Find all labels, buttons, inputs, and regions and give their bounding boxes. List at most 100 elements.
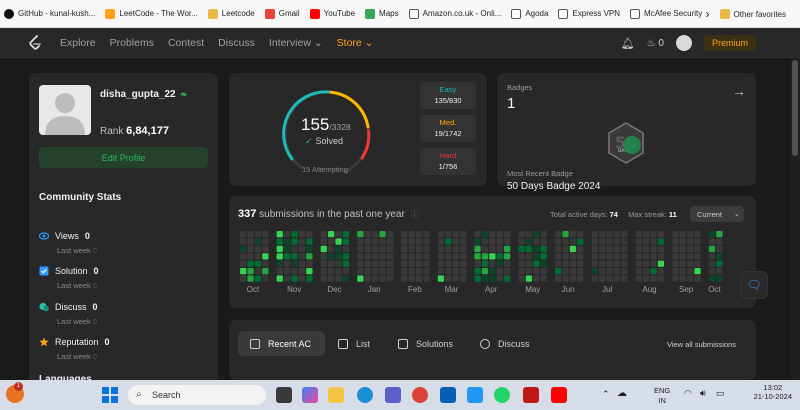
heatmap-cell[interactable] [247,238,254,245]
heatmap-cell[interactable] [445,268,452,275]
heatmap-cell[interactable] [708,253,716,260]
heatmap-cell[interactable] [284,268,291,275]
heatmap-cell[interactable] [635,238,642,245]
heatmap-cell[interactable] [613,260,621,267]
heatmap-cell[interactable] [606,260,613,267]
heatmap-cell[interactable] [555,231,562,238]
leetcode-logo-icon[interactable] [28,34,42,51]
heatmap-cell[interactable] [306,268,313,275]
heatmap-cell[interactable] [569,238,577,245]
heatmap-cell[interactable] [540,231,547,238]
heatmap-cell[interactable] [357,275,364,282]
heatmap-cell[interactable] [416,253,423,260]
heatmap-cell[interactable] [621,231,628,238]
heatmap-cell[interactable] [489,245,496,253]
heatmap-cell[interactable] [562,231,569,238]
heatmap-cell[interactable] [247,253,254,260]
heatmap-cell[interactable] [364,253,371,260]
heatmap-cell[interactable] [672,245,679,253]
heatmap-cell[interactable] [291,231,298,238]
heatmap-cell[interactable] [489,231,496,238]
heatmap-cell[interactable] [621,245,628,253]
heatmap-cell[interactable] [284,275,291,282]
heatmap-cell[interactable] [254,231,262,238]
heatmap-cell[interactable] [284,245,291,253]
heatmap-cell[interactable] [379,268,386,275]
heatmap-cell[interactable] [386,268,394,275]
heatmap-cell[interactable] [533,268,540,275]
nav-interview[interactable]: Interview ⌄ [269,37,323,49]
heatmap-cell[interactable] [320,275,327,282]
heatmap-cell[interactable] [606,231,613,238]
fifty-days-badge-icon[interactable]: 50 DAYS [604,121,648,165]
heatmap-cell[interactable] [437,238,445,245]
heatmap-cell[interactable] [408,260,415,267]
heatmap-cell[interactable] [276,253,283,260]
heatmap-cell[interactable] [591,268,598,275]
heatmap-cell[interactable] [342,245,350,253]
bookmark-folder-leetcode[interactable]: Leetcode [207,8,255,19]
heatmap-cell[interactable] [342,231,350,238]
heatmap-cell[interactable] [306,260,313,267]
copilot-icon[interactable] [302,387,318,403]
heatmap-cell[interactable] [408,238,415,245]
heatmap-cell[interactable] [262,231,269,238]
heatmap-cell[interactable] [423,275,430,282]
heatmap-cell[interactable] [423,268,430,275]
heatmap-cell[interactable] [437,253,445,260]
heatmap-cell[interactable] [694,231,701,238]
heatmap-cell[interactable] [643,268,650,275]
heatmap-cell[interactable] [423,253,430,260]
premium-button[interactable]: Premium [703,35,756,51]
heatmap-cell[interactable] [555,253,562,260]
nav-store[interactable]: Store ⌄ [337,37,374,49]
heatmap-cell[interactable] [672,231,679,238]
heatmap-cell[interactable] [408,253,415,260]
heatmap-cell[interactable] [657,231,665,238]
heatmap-cell[interactable] [306,238,313,245]
heatmap-cell[interactable] [298,260,306,267]
heatmap-cell[interactable] [708,260,716,267]
heatmap-cell[interactable] [342,253,350,260]
heatmap-cell[interactable] [328,245,335,253]
language-indicator[interactable]: ENG IN [654,386,670,406]
heatmap-cell[interactable] [635,245,642,253]
heatmap-cell[interactable] [474,231,481,238]
heatmap-cell[interactable] [379,275,386,282]
heatmap-cell[interactable] [445,253,452,260]
heatmap-cell[interactable] [599,245,606,253]
heatmap-cell[interactable] [416,275,423,282]
heatmap-cell[interactable] [474,253,481,260]
more-bookmarks-chevron[interactable]: › [706,7,710,21]
heatmap-cell[interactable] [284,238,291,245]
heatmap-cell[interactable] [606,238,613,245]
heatmap-cell[interactable] [679,275,686,282]
heatmap-cell[interactable] [716,238,723,245]
heatmap-cell[interactable] [306,275,313,282]
heatmap-cell[interactable] [320,260,327,267]
heatmap-cell[interactable] [262,238,269,245]
bell-icon[interactable]: 🔔︎ [621,37,635,50]
heatmap-cell[interactable] [408,245,415,253]
heatmap-cell[interactable] [569,260,577,267]
heatmap-cell[interactable] [335,268,342,275]
heatmap-cell[interactable] [540,238,547,245]
heatmap-cell[interactable] [525,253,533,260]
heatmap-cell[interactable] [694,275,701,282]
heatmap-cell[interactable] [357,231,364,238]
heatmap-cell[interactable] [679,231,686,238]
heatmap-cell[interactable] [335,260,342,267]
heatmap-cell[interactable] [452,245,459,253]
heatmap-cell[interactable] [533,238,540,245]
heatmap-cell[interactable] [372,260,379,267]
heatmap-cell[interactable] [650,268,657,275]
heatmap-cell[interactable] [372,275,379,282]
heatmap-cell[interactable] [533,275,540,282]
heatmap-cell[interactable] [401,238,408,245]
fire-coins[interactable]: ♨ 0 [647,38,664,49]
heatmap-cell[interactable] [357,268,364,275]
heatmap-cell[interactable] [481,275,489,282]
heatmap-cell[interactable] [291,268,298,275]
heatmap-cell[interactable] [621,268,628,275]
heatmap-cell[interactable] [276,268,283,275]
